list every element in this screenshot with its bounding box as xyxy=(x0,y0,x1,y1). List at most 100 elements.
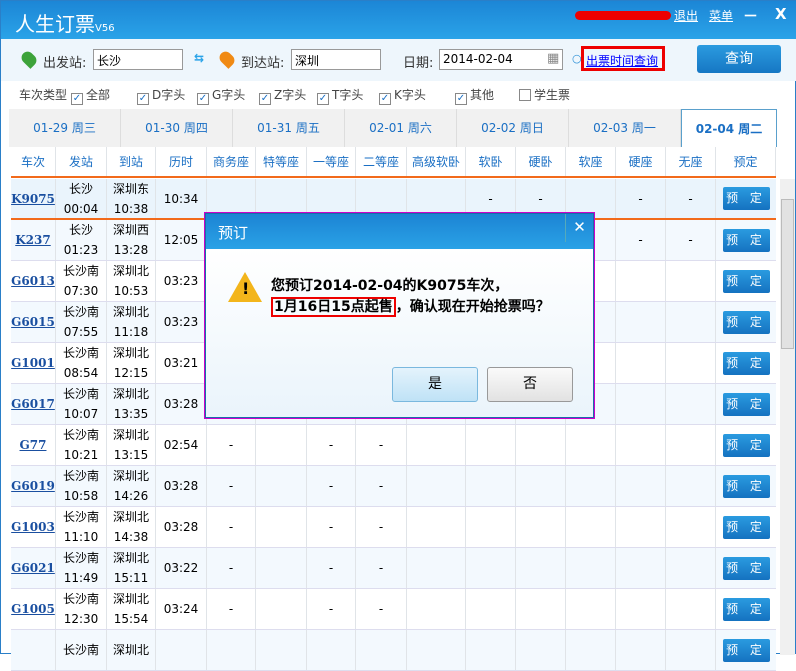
date-tab[interactable]: 01-31 周五 xyxy=(233,109,345,147)
checkbox-icon[interactable]: ✓ xyxy=(317,93,329,105)
seat-availability xyxy=(256,425,307,465)
to-cell: 深圳北 14:26 xyxy=(107,466,156,506)
date-tab[interactable]: 01-30 周四 xyxy=(121,109,233,147)
yes-button[interactable]: 是 xyxy=(392,367,478,402)
departure-time: 00:04 xyxy=(63,201,99,216)
sale-time-query-link[interactable]: 出票时间查询 xyxy=(581,46,665,71)
filter-5[interactable]: ✓ K字头 xyxy=(379,86,426,105)
column-header[interactable]: 历时 xyxy=(156,147,207,176)
date-input[interactable]: 2014-02-04 xyxy=(439,49,563,70)
column-header[interactable]: 硬卧 xyxy=(516,147,566,176)
checkbox-icon[interactable]: ✓ xyxy=(259,93,271,105)
book-button[interactable]: 预 定 xyxy=(722,474,770,498)
column-header[interactable]: 二等座 xyxy=(356,147,407,176)
date-tabs: 01-29 周三 01-30 周四 01-31 周五 02-01 周六 02-02 周日… xyxy=(9,109,777,147)
table-row[interactable]: 长沙南 深圳北 预 定 xyxy=(11,630,776,671)
train-cell: G1001 xyxy=(11,343,56,383)
train-number-link[interactable]: G6021 xyxy=(11,558,55,578)
column-header[interactable]: 特等座 xyxy=(256,147,307,176)
checkbox-icon[interactable]: ✓ xyxy=(137,93,149,105)
checkbox-icon[interactable]: ✓ xyxy=(197,93,209,105)
column-header[interactable]: 无座 xyxy=(666,147,716,176)
column-header[interactable]: 软座 xyxy=(566,147,616,176)
column-header[interactable]: 预定 xyxy=(716,147,776,176)
no-button[interactable]: 否 xyxy=(487,367,573,402)
train-number-link[interactable]: G6013 xyxy=(11,271,55,291)
table-row[interactable]: G1003 长沙南 11:10 深圳北 14:38 03:28- - - 预 定 xyxy=(11,507,776,548)
seat-availability xyxy=(466,589,516,629)
book-button[interactable]: 预 定 xyxy=(722,515,770,539)
date-tab[interactable]: 02-01 周六 xyxy=(345,109,457,147)
filter-4[interactable]: ✓ T字头 xyxy=(317,86,363,105)
scrollbar-thumb[interactable] xyxy=(781,199,794,349)
vertical-scrollbar[interactable] xyxy=(780,179,795,655)
seat-availability xyxy=(616,548,666,588)
filter-0[interactable]: ✓ 全部 xyxy=(71,86,110,105)
swap-icon[interactable]: ⇆ xyxy=(194,51,204,65)
train-number-link[interactable]: G6019 xyxy=(11,476,55,496)
train-number-link[interactable]: G1005 xyxy=(11,599,55,619)
dialog-title: 预订 xyxy=(206,214,593,249)
query-button[interactable]: 查询 xyxy=(697,45,781,73)
from-station: 长沙 xyxy=(68,223,93,237)
checkbox-icon[interactable]: ✓ xyxy=(379,93,391,105)
filter-1[interactable]: ✓ D字头 xyxy=(137,86,185,105)
duration: 12:05 xyxy=(156,220,207,260)
checkbox-icon[interactable]: ✓ xyxy=(71,93,83,105)
train-number-link[interactable]: G1003 xyxy=(11,517,55,537)
table-row[interactable]: G1005 长沙南 12:30 深圳北 15:54 03:24- - - 预 定 xyxy=(11,589,776,630)
column-header[interactable]: 车次 xyxy=(11,147,56,176)
calendar-icon[interactable]: ▦ xyxy=(547,51,559,66)
train-number-link[interactable]: K237 xyxy=(15,230,50,250)
logout-link[interactable]: 退出 xyxy=(674,7,698,24)
book-button[interactable]: 预 定 xyxy=(722,597,770,621)
column-header[interactable]: 硬座 xyxy=(616,147,666,176)
book-button[interactable]: 预 定 xyxy=(722,433,770,457)
column-header[interactable]: 软卧 xyxy=(466,147,516,176)
seat-availability: - xyxy=(207,466,256,506)
book-button[interactable]: 预 定 xyxy=(722,392,770,416)
from-station-input[interactable]: 长沙 xyxy=(93,49,183,70)
filter-2[interactable]: ✓ G字头 xyxy=(197,86,245,105)
filter-3[interactable]: ✓ Z字头 xyxy=(259,86,306,105)
departure-time: 07:30 xyxy=(63,284,99,298)
train-number-link[interactable]: G1001 xyxy=(11,353,55,373)
table-row[interactable]: G6019 长沙南 10:58 深圳北 14:26 03:28- - - 预 定 xyxy=(11,466,776,507)
checkbox-icon[interactable]: ✓ xyxy=(455,93,467,105)
column-header[interactable]: 高级软卧 xyxy=(407,147,466,176)
column-header[interactable]: 商务座 xyxy=(207,147,256,176)
dialog-close-icon[interactable]: ✕ xyxy=(565,214,593,242)
from-station: 长沙南 xyxy=(62,346,99,360)
menu-link[interactable]: 菜单 xyxy=(709,7,733,24)
book-button[interactable]: 预 定 xyxy=(722,187,770,210)
train-number-link[interactable]: K9075 xyxy=(11,189,55,209)
book-cell: 预 定 xyxy=(716,630,776,670)
date-tab[interactable]: 02-03 周一 xyxy=(569,109,681,147)
date-tab[interactable]: 02-04 周二 xyxy=(681,109,777,147)
book-button[interactable]: 预 定 xyxy=(722,638,770,662)
book-button[interactable]: 预 定 xyxy=(722,556,770,580)
book-button[interactable]: 预 定 xyxy=(722,228,770,252)
date-tab[interactable]: 02-02 周日 xyxy=(457,109,569,147)
column-header[interactable]: 发站 xyxy=(56,147,107,176)
checkbox-icon[interactable] xyxy=(519,89,531,101)
from-cell: 长沙南 10:58 xyxy=(56,466,107,506)
close-button[interactable]: X xyxy=(775,5,787,23)
filter-6[interactable]: ✓ 其他 xyxy=(455,86,494,105)
column-header[interactable]: 一等座 xyxy=(307,147,356,176)
column-header[interactable]: 到站 xyxy=(107,147,156,176)
table-row[interactable]: G77 长沙南 10:21 深圳北 13:15 02:54- - - 预 定 xyxy=(11,425,776,466)
minimize-button[interactable]: － xyxy=(743,5,758,26)
filter-7[interactable]: 学生票 xyxy=(519,86,570,103)
train-number-link[interactable]: G6017 xyxy=(11,394,55,414)
date-tab[interactable]: 01-29 周三 xyxy=(9,109,121,147)
book-button[interactable]: 预 定 xyxy=(722,351,770,375)
book-button[interactable]: 预 定 xyxy=(722,269,770,293)
seat-availability: - xyxy=(666,179,716,218)
train-number-link[interactable]: G77 xyxy=(20,435,47,455)
table-row[interactable]: G6021 长沙南 11:49 深圳北 15:11 03:22- - - 预 定 xyxy=(11,548,776,589)
to-station-input[interactable]: 深圳 xyxy=(291,49,381,70)
book-button[interactable]: 预 定 xyxy=(722,310,770,334)
arrival-time: 10:53 xyxy=(113,284,149,298)
train-number-link[interactable]: G6015 xyxy=(11,312,55,332)
